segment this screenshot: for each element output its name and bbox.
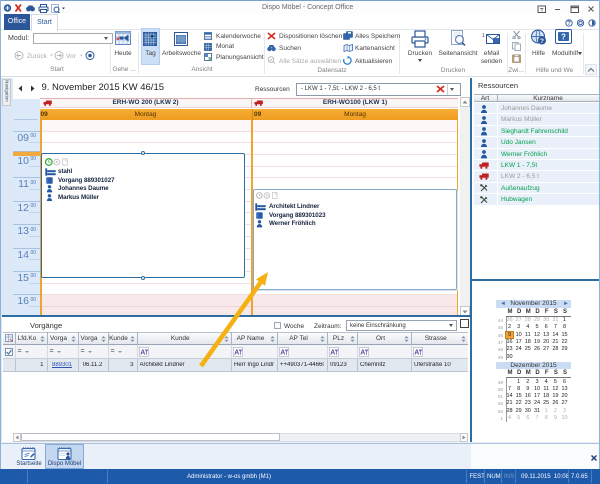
svg-text:A: A: [280, 350, 285, 357]
svg-text:1: 1: [482, 33, 485, 39]
svg-text:?: ?: [567, 21, 571, 27]
svg-text:A: A: [140, 350, 145, 357]
svg-text:Vor: Vor: [66, 53, 77, 60]
svg-text:A: A: [330, 350, 335, 357]
svg-text:Zurück: Zurück: [27, 53, 48, 60]
svg-text:A: A: [414, 350, 419, 357]
svg-text:?: ?: [540, 38, 544, 45]
svg-text:A: A: [360, 350, 365, 357]
svg-text:?: ?: [561, 33, 566, 42]
